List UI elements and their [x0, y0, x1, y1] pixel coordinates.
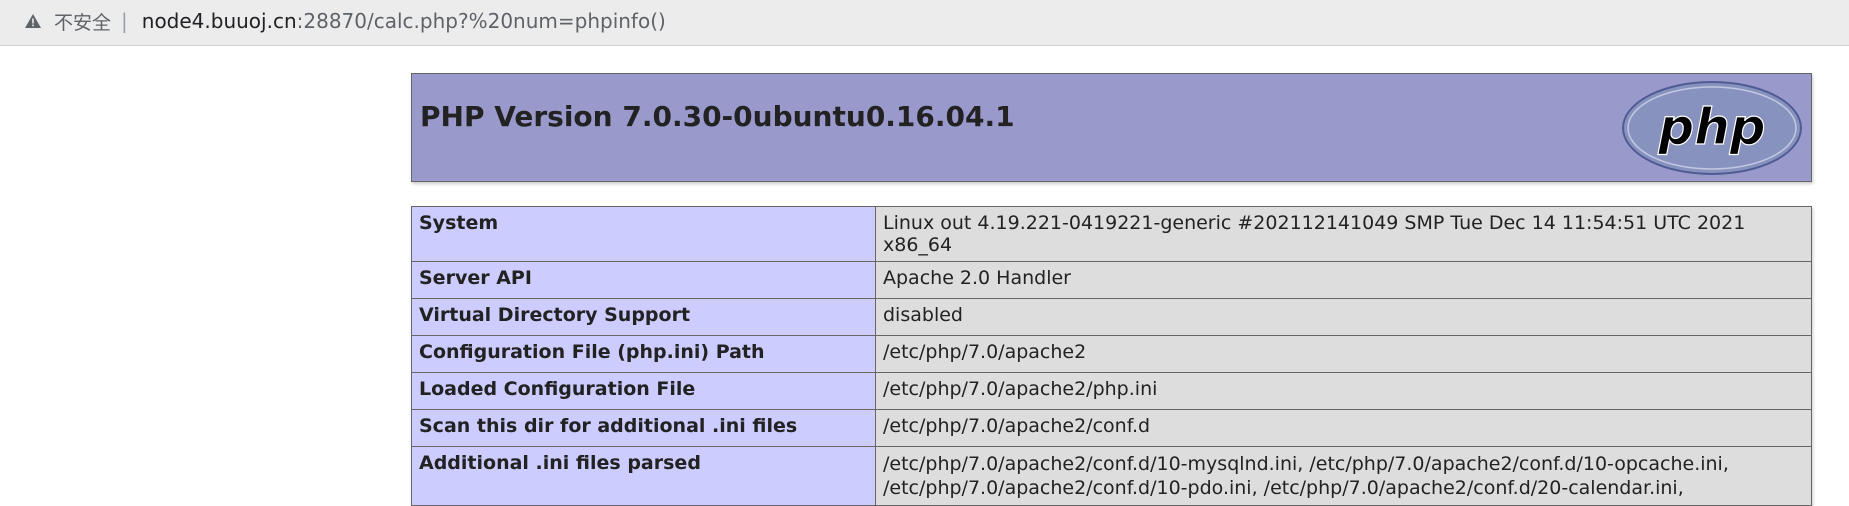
phpinfo-page: PHP Version 7.0.30-0ubuntu0.16.04.1 php … [411, 73, 1812, 506]
table-row-key: Scan this dir for additional .ini files [411, 409, 876, 447]
warning-triangle-icon[interactable] [22, 10, 44, 32]
omnibox-separator: | [121, 9, 128, 33]
table-row-value: /etc/php/7.0/apache2/conf.d [875, 409, 1812, 447]
omnibox[interactable]: 不安全 | node4.buuoj.cn :28870/calc.php?%20… [0, 4, 1849, 38]
table-row-value: /etc/php/7.0/apache2/php.ini [875, 372, 1812, 410]
table-row: Loaded Configuration File /etc/php/7.0/a… [411, 372, 1812, 410]
page-title: PHP Version 7.0.30-0ubuntu0.16.04.1 [420, 100, 1015, 133]
url-path[interactable]: :28870/calc.php?%20num=phpinfo() [297, 9, 666, 33]
security-status-label[interactable]: 不安全 [54, 8, 111, 35]
table-row-value-line: /etc/php/7.0/apache2/conf.d/10-mysqlnd.i… [883, 453, 1729, 475]
php-logo: php [1622, 81, 1802, 175]
table-row-value-line: /etc/php/7.0/apache2/conf.d/10-pdo.ini, … [883, 477, 1684, 499]
table-row: Additional .ini files parsed /etc/php/7.… [411, 446, 1812, 506]
table-row-key: System [411, 206, 876, 262]
phpinfo-header: PHP Version 7.0.30-0ubuntu0.16.04.1 php [411, 73, 1812, 182]
table-row-value: /etc/php/7.0/apache2/conf.d/10-mysqlnd.i… [875, 446, 1812, 506]
phpinfo-table: System Linux out 4.19.221-0419221-generi… [411, 206, 1812, 506]
table-row: Server API Apache 2.0 Handler [411, 261, 1812, 299]
php-logo-text: php [1657, 98, 1765, 156]
browser-address-bar: 不安全 | node4.buuoj.cn :28870/calc.php?%20… [0, 0, 1849, 46]
table-row-key: Virtual Directory Support [411, 298, 876, 336]
table-row-key: Loaded Configuration File [411, 372, 876, 410]
table-row: System Linux out 4.19.221-0419221-generi… [411, 206, 1812, 262]
table-row-value: /etc/php/7.0/apache2 [875, 335, 1812, 373]
table-row: Virtual Directory Support disabled [411, 298, 1812, 336]
url-host[interactable]: node4.buuoj.cn [142, 9, 297, 33]
table-row-key: Server API [411, 261, 876, 299]
table-row: Scan this dir for additional .ini files … [411, 409, 1812, 447]
table-row-value: Linux out 4.19.221-0419221-generic #2021… [875, 206, 1812, 262]
table-row-key: Additional .ini files parsed [411, 446, 876, 506]
table-row: Configuration File (php.ini) Path /etc/p… [411, 335, 1812, 373]
table-row-value: disabled [875, 298, 1812, 336]
table-row-key: Configuration File (php.ini) Path [411, 335, 876, 373]
table-row-value: Apache 2.0 Handler [875, 261, 1812, 299]
